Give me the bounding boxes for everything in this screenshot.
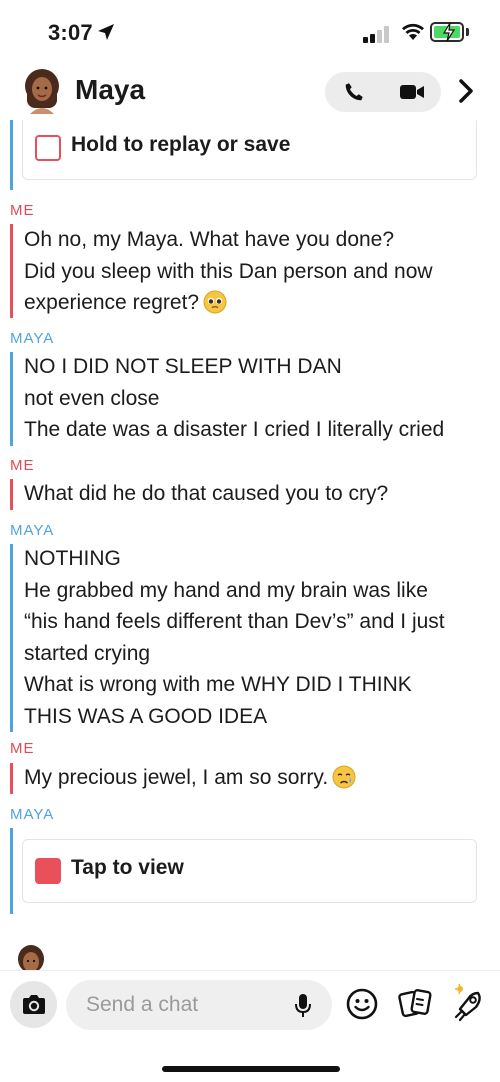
smiley-icon[interactable] [345,987,379,1021]
cards-icon[interactable] [398,987,434,1021]
chat-input[interactable] [86,980,276,1030]
message-text[interactable]: My precious jewel, I am so sorry. [24,762,494,794]
sender-label: ME [10,457,35,474]
chevron-right-icon[interactable] [458,78,474,104]
typing-avatar [18,945,44,971]
pleading-face-emoji [203,290,227,314]
microphone-icon[interactable] [294,993,312,1019]
signal-icon [363,25,393,43]
wifi-icon [402,23,424,40]
video-camera-icon [400,85,424,99]
sender-bar [10,763,13,794]
crying-face-emoji [332,765,356,789]
home-indicator [162,1066,340,1072]
sender-bar [10,120,13,190]
sender-label: ME [10,202,35,219]
sender-label: ME [10,740,35,757]
rocket-icon[interactable] [448,983,486,1023]
sender-label: MAYA [10,522,55,539]
phone-icon [345,83,363,101]
chat-input-container [66,980,332,1030]
snap-filled-icon [35,858,61,884]
sender-bar [10,479,13,510]
message-text[interactable]: What did he do that caused you to cry? [24,478,494,510]
camera-button[interactable] [10,981,57,1028]
bolt-icon [442,22,456,42]
camera-icon [22,994,45,1014]
sender-bar [10,352,13,446]
snap-label: Tap to view [71,856,184,879]
chat-thread[interactable]: Hold to replay or save ME Oh no, my Maya… [0,120,500,970]
status-time: 3:07 [48,20,93,45]
message-text[interactable]: NOTHING He grabbed my hand and my brain … [24,543,494,732]
voice-call-button[interactable] [325,72,383,112]
sender-bar [10,224,13,318]
location-arrow-icon [98,24,114,40]
call-group [325,72,441,112]
snap-label: Hold to replay or save [71,133,291,156]
contact-name[interactable]: Maya [75,74,145,106]
input-bar [0,970,500,1040]
unopened-snap-card[interactable]: Tap to view [22,839,477,903]
sender-bar [10,828,13,914]
video-call-button[interactable] [383,72,441,112]
message-text[interactable]: NO I DID NOT SLEEP WITH DAN not even clo… [24,351,494,446]
sender-label: MAYA [10,330,55,347]
sender-label: MAYA [10,806,55,823]
snap-outline-icon [35,135,61,161]
chat-header: Maya [0,62,500,120]
status-bar: 3:07 [0,0,500,62]
battery-tip [466,28,469,36]
avatar[interactable] [22,68,62,114]
saved-snap-card[interactable]: Hold to replay or save [22,120,477,180]
sender-bar [10,544,13,732]
message-text[interactable]: Oh no, my Maya. What have you done? Did … [24,224,494,319]
